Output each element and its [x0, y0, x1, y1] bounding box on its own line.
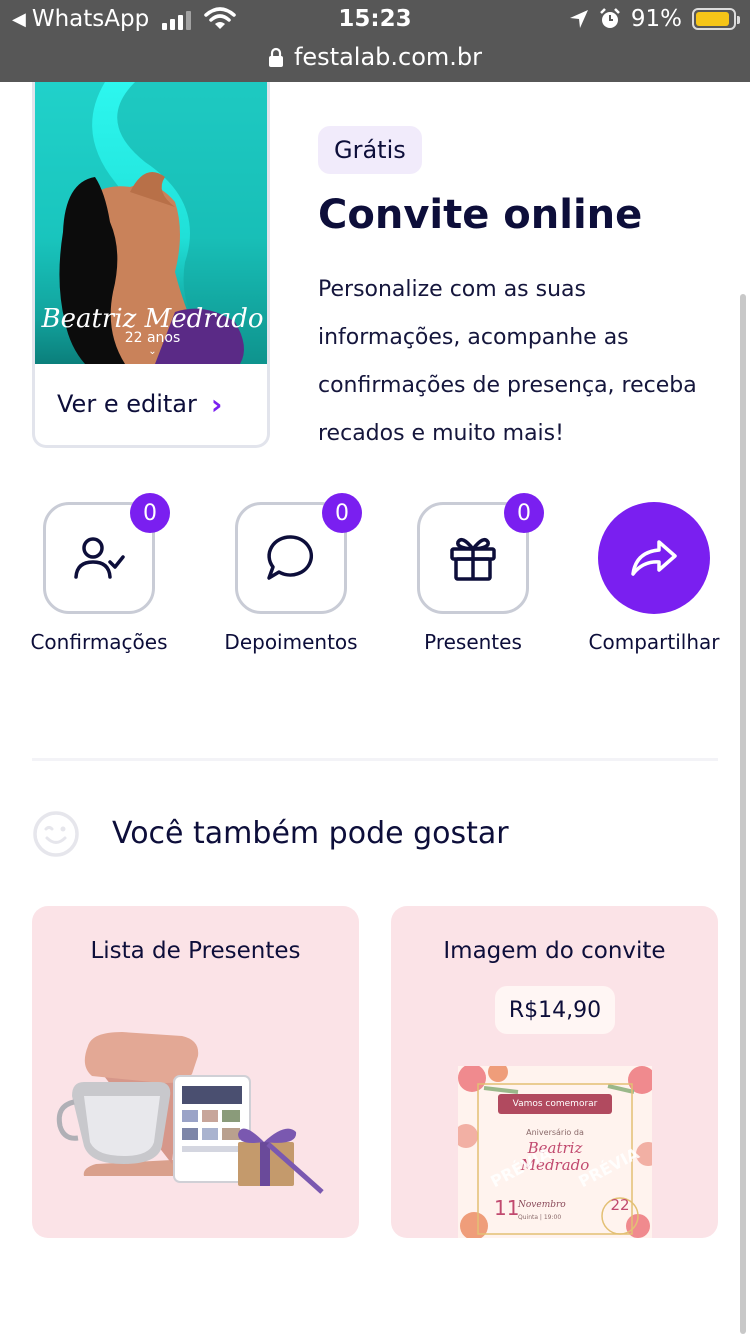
invite-image-card-title: Imagem do convite — [443, 938, 666, 964]
testimonials-icon-box: 0 — [235, 493, 362, 614]
gifts-label: Presentes — [424, 630, 522, 654]
free-badge: Grátis — [318, 126, 422, 174]
location-arrow-icon — [569, 10, 588, 28]
invite-age: 22 anos — [124, 330, 181, 346]
preview-weekday: Quinta | 19:00 — [518, 1214, 562, 1221]
speech-bubble-icon — [267, 535, 314, 580]
invite-image-preview: Vamos comemorar Aniversário da Beatriz M… — [458, 1066, 652, 1238]
battery-percent: 91% — [630, 6, 682, 32]
lock-icon — [268, 47, 283, 67]
preview-banner: Vamos comemorar — [512, 1099, 598, 1109]
preview-subtitle: Aniversário da — [526, 1128, 584, 1137]
invite-chevron-down-icon: ⌄ — [148, 346, 157, 357]
confirmations-label: Confirmações — [30, 630, 168, 654]
share-button[interactable]: Compartilhar — [579, 502, 729, 654]
chevron-right-icon: › — [210, 387, 223, 421]
testimonials-count-badge: 0 — [322, 493, 362, 533]
preview-day: 11 — [494, 1196, 520, 1220]
confirmations-icon-box: 0 — [43, 493, 170, 614]
alarm-icon — [599, 8, 620, 28]
url-bar[interactable]: festalab.com.br — [0, 40, 750, 74]
page-description: Personalize com as suas informações, aco… — [318, 277, 697, 446]
view-edit-button[interactable]: Ver e editar › — [35, 364, 267, 444]
gift-icon — [450, 537, 496, 581]
user-check-icon — [74, 537, 125, 579]
view-edit-label: Ver e editar — [57, 390, 197, 418]
preview-age: 22 — [610, 1196, 630, 1214]
confirmations-button[interactable]: 0 Confirmações — [24, 493, 174, 654]
gift-list-card[interactable]: Lista de Presentes — [32, 906, 359, 1238]
url-text: festalab.com.br — [293, 43, 483, 71]
wink-face-icon — [33, 811, 79, 857]
gifts-icon-box: 0 — [417, 493, 544, 614]
status-bar: ◀ WhatsApp 15:23 91% — [0, 0, 750, 40]
suggestions-title: Você também pode gostar — [112, 816, 509, 851]
gifts-count-badge: 0 — [504, 493, 544, 533]
testimonials-button[interactable]: 0 Depoimentos — [216, 493, 366, 654]
invite-preview-card[interactable]: Beatriz Medrado 22 anos ⌄ Ver e editar › — [32, 82, 270, 448]
battery-level-fill — [696, 12, 729, 26]
share-arrow-icon — [631, 540, 677, 576]
preview-month: Novembro — [518, 1200, 566, 1210]
share-circle — [598, 502, 710, 614]
status-right-group: 91% — [569, 6, 740, 32]
confirmations-count-badge: 0 — [130, 493, 170, 533]
page-scrollbar[interactable] — [740, 294, 746, 1334]
battery-icon — [692, 8, 740, 30]
browser-top-bar: ◀ WhatsApp 15:23 91% festalab.com.br — [0, 0, 750, 82]
invite-image-card[interactable]: Imagem do convite R$14,90 Vamos comemora… — [391, 906, 718, 1238]
share-label: Compartilhar — [588, 630, 720, 654]
page-title: Convite online — [318, 192, 643, 238]
gifts-button[interactable]: 0 Presentes — [398, 493, 548, 654]
invite-artwork: Beatriz Medrado 22 anos ⌄ — [35, 82, 267, 364]
section-divider — [32, 758, 718, 761]
gift-list-illustration — [56, 1032, 324, 1194]
testimonials-label: Depoimentos — [224, 630, 358, 654]
invite-image-price: R$14,90 — [495, 986, 615, 1034]
